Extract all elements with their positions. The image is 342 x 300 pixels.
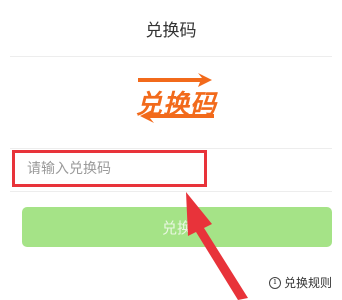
page-title: 兑换码	[145, 20, 197, 41]
redeem-code-page: 兑换码 兑换码 兑换 i 兑换规则	[0, 0, 342, 300]
redeem-logo: 兑换码	[128, 68, 224, 132]
code-input-container	[12, 150, 207, 187]
rules-label: 兑换规则	[283, 276, 332, 290]
input-top-divider	[10, 148, 332, 149]
redeem-button[interactable]: 兑换	[22, 207, 332, 247]
redeem-rules-link[interactable]: i 兑换规则	[268, 274, 332, 291]
input-bottom-divider	[10, 191, 332, 192]
header-divider	[10, 56, 332, 57]
redeem-code-input[interactable]	[15, 153, 204, 184]
logo-text: 兑换码	[136, 90, 218, 120]
info-icon: i	[268, 276, 281, 289]
